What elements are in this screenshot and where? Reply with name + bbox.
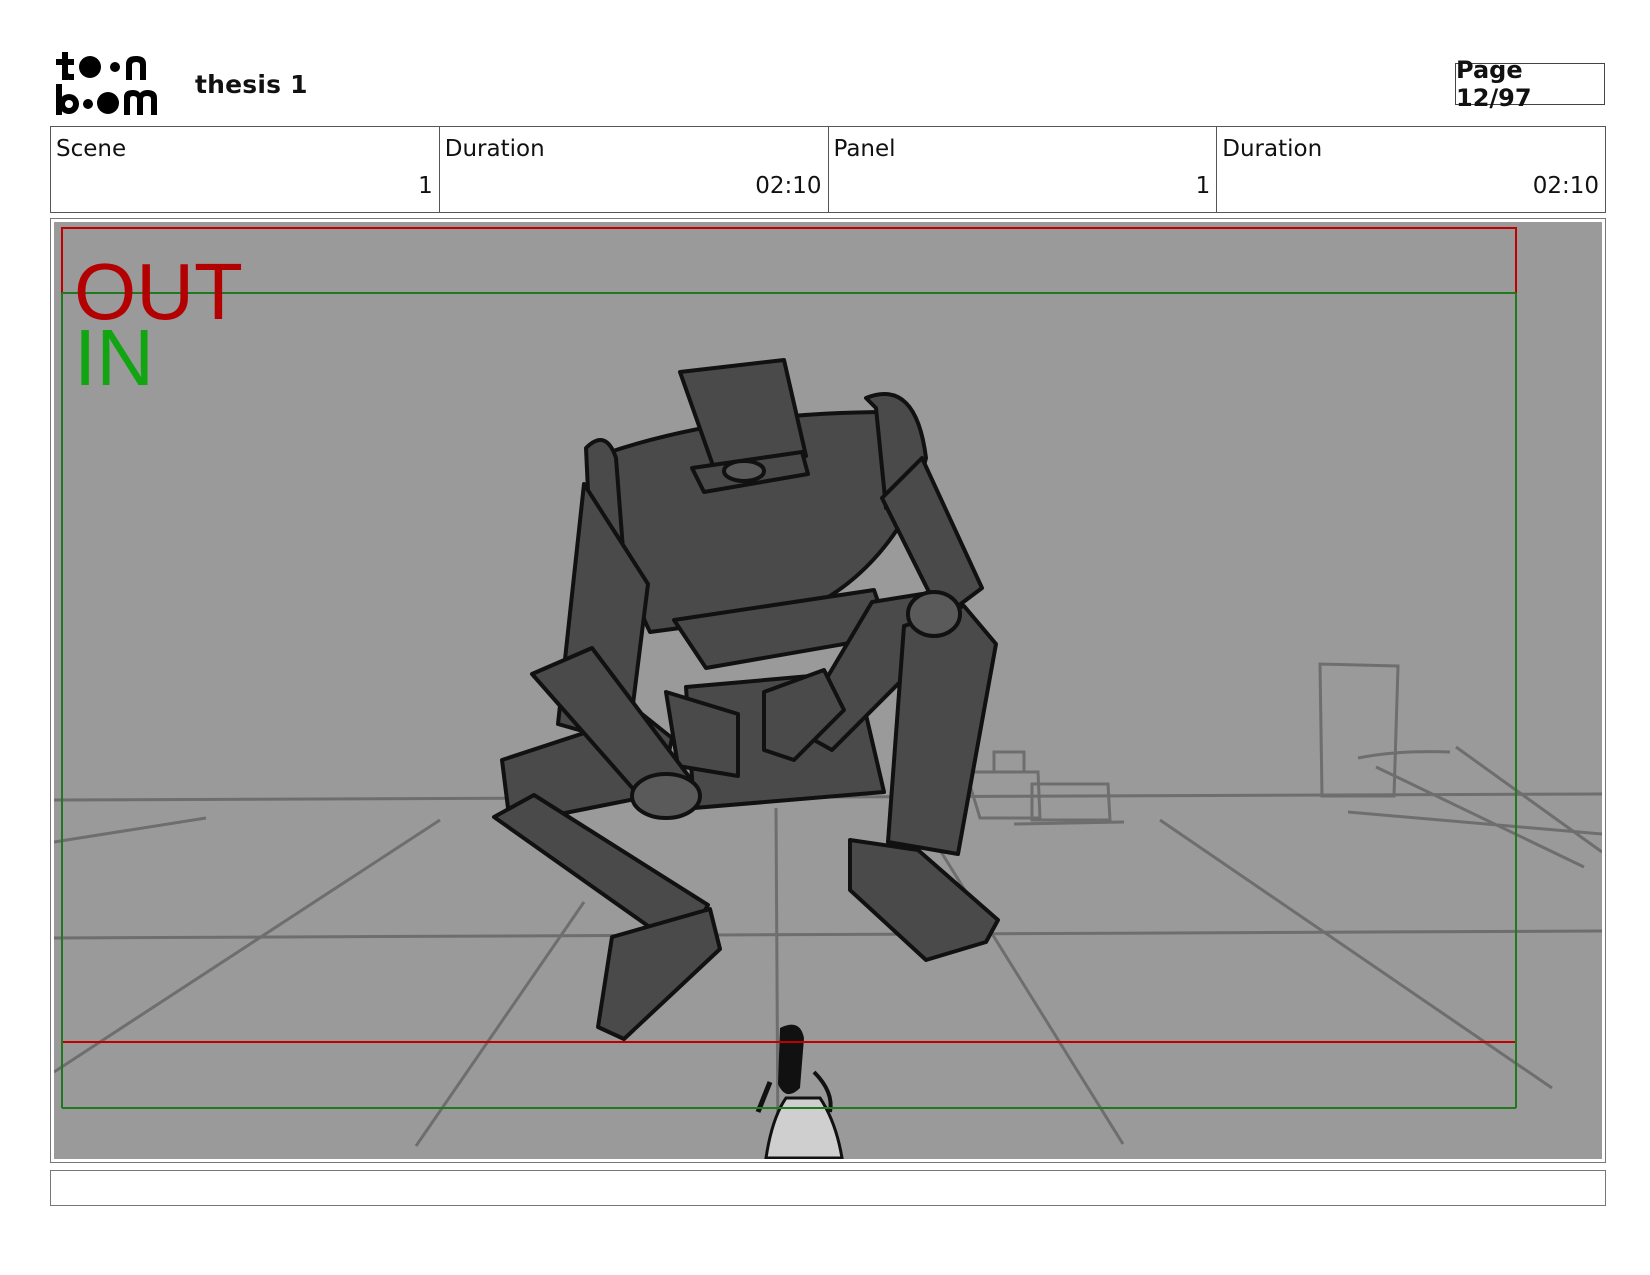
panel-duration-value: 02:10 — [1532, 173, 1599, 199]
storyboard-panel: OUT IN — [50, 218, 1606, 1163]
scene-duration-label: Duration — [444, 136, 545, 162]
panel-drawing: OUT IN — [54, 222, 1602, 1159]
in-label: IN — [74, 313, 154, 402]
scene-duration-cell: Duration 02:10 — [440, 127, 829, 212]
project-title: thesis 1 — [195, 70, 308, 99]
scene-value: 1 — [418, 173, 433, 199]
panel-duration-cell: Duration 02:10 — [1217, 127, 1605, 212]
panel-label: Panel — [833, 136, 896, 162]
scene-cell: Scene 1 — [51, 127, 440, 212]
scene-duration-value: 02:10 — [755, 173, 822, 199]
panel-info-table: Scene 1 Duration 02:10 Panel 1 Duration … — [50, 126, 1606, 213]
panel-cell: Panel 1 — [829, 127, 1218, 212]
page-number: Page 12/97 — [1455, 56, 1605, 112]
panel-duration-label: Duration — [1222, 136, 1323, 162]
scene-label: Scene — [56, 136, 127, 162]
toon-boom-logo — [56, 52, 157, 115]
panel-value: 1 — [1195, 173, 1211, 199]
notes-box — [50, 1170, 1606, 1206]
